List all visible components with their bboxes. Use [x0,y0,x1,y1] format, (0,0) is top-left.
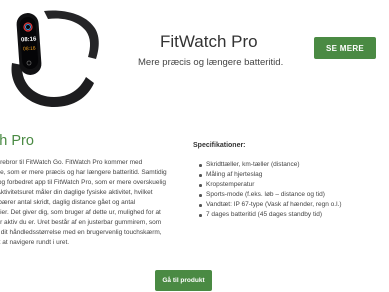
spec-item: Kropstemperatur [199,180,342,190]
description-text: e storebror til FitWatch Go. FitWatch Pr… [0,158,176,248]
description-heading: tch Pro [0,133,34,149]
product-hero: 08:16 08:16 FitWatch Pro Mere præcis og … [0,0,389,115]
product-tagline: Mere præcis og længere batteritid. [138,57,284,68]
product-page: 08:16 08:16 FitWatch Pro Mere præcis og … [0,0,389,292]
spec-item: Måling af hjerteslag [199,170,342,180]
spec-item: 7 dages batteritid (45 dages standby tid… [199,210,342,220]
description-line: efter dit håndledsstørrelse med en bruge… [0,229,162,236]
description-line: , hvor aktiv du er. Uret består af en ju… [0,219,162,226]
fitness-band-image: 08:16 08:16 [11,10,99,107]
description-line: ng. Aktivitetsuret måler din daglige fys… [0,189,153,196]
go-to-product-button[interactable]: Gå til produkt [155,270,212,291]
description-line: e storebror til FitWatch Go. FitWatch Pr… [0,159,143,166]
spec-item: Vandtæt: IP 67-type (Vask af hænder, reg… [199,201,342,208]
description-line: ftware, som er mere præcis og har længer… [0,169,167,176]
description-line: l ny og forbedret app til FitWatch Pro, … [0,179,167,186]
specs-heading: Specifikationer: [193,142,246,149]
specs-list: Skridttæller, km-tæller (distance) Målin… [199,160,342,220]
spec-item: Skridttæller, km-tæller (distance) [199,160,342,170]
see-more-button[interactable]: SE MERE [314,37,376,59]
description-line: kalorier. Det giver dig, som bruger af d… [0,209,161,216]
product-title: FitWatch Pro [160,32,258,51]
watch-time-top: 08:16 [21,36,37,43]
description-line: indebærer antal skridt, daglig distance … [0,199,136,206]
description-line: nemt at navigere rundt i uret. [0,239,70,246]
watch-time-bottom: 08:16 [23,46,36,53]
spec-item: Sports-mode (f.eks. løb – distance og ti… [199,190,342,200]
